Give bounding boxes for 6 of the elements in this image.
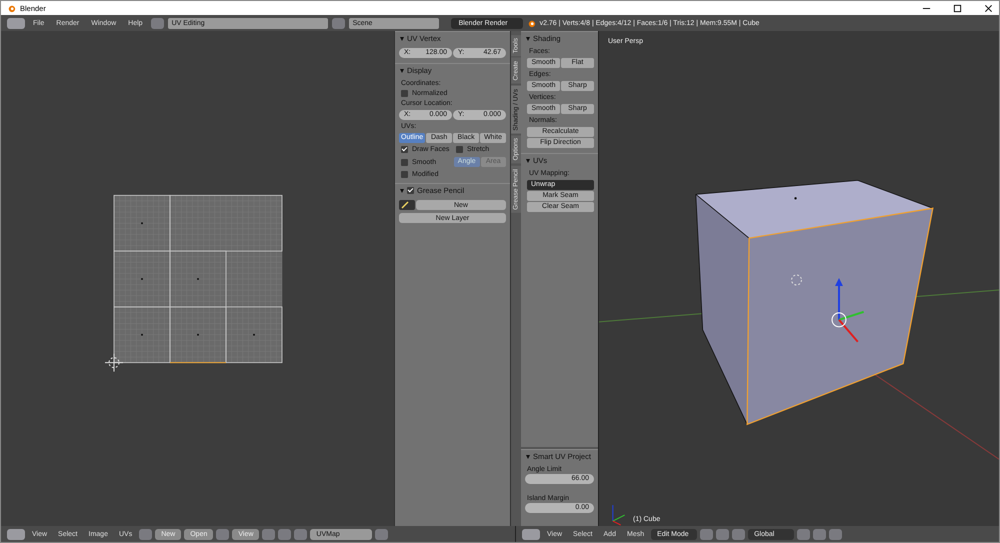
app-logo-icon xyxy=(526,18,536,28)
pencil-icon[interactable] xyxy=(399,200,415,210)
checkbox[interactable] xyxy=(407,187,414,194)
close-icon[interactable] xyxy=(984,4,993,12)
maximize-icon[interactable] xyxy=(953,4,962,12)
app-logo-icon xyxy=(7,4,16,12)
